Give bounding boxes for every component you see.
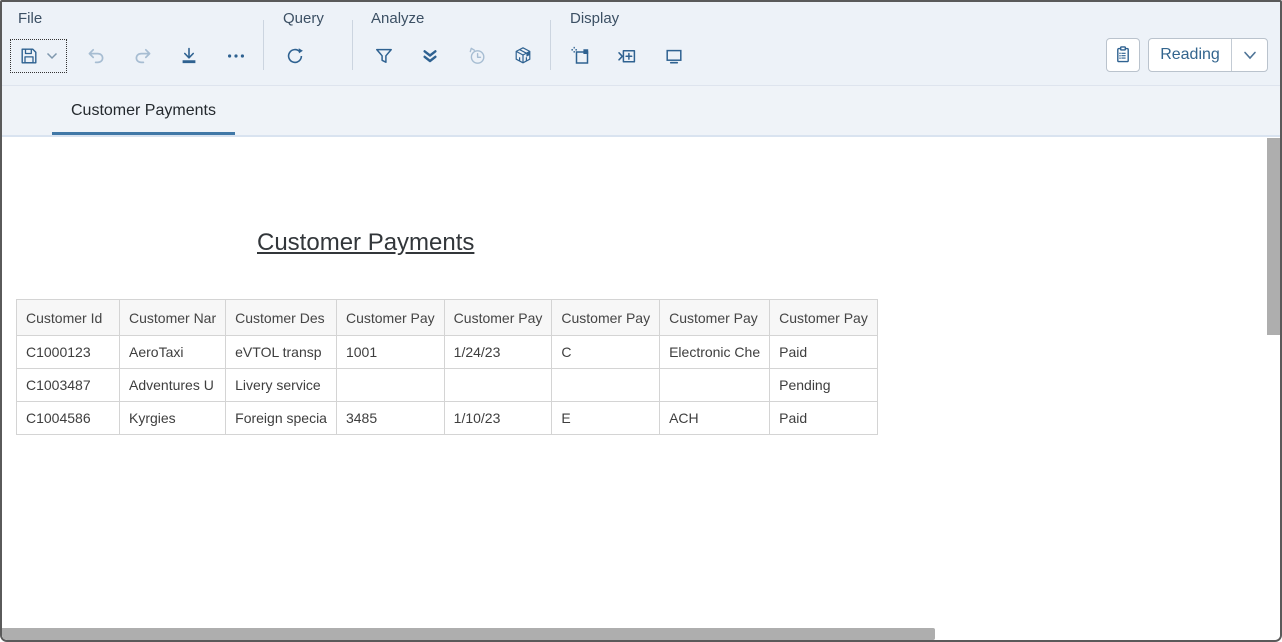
table-row: C1000123 AeroTaxi eVTOL transp 1001 1/24… (17, 336, 878, 369)
tab-bar: Customer Payments (2, 86, 1280, 137)
table-cell[interactable] (444, 369, 552, 402)
app-window: File Query Analyze Display (0, 0, 1282, 642)
table-cell[interactable]: C (552, 336, 660, 369)
horizontal-scrollbar-thumb[interactable] (2, 628, 935, 640)
table-row: C1003487 Adventures U Livery service Pen… (17, 369, 878, 402)
table-cell[interactable]: E (552, 402, 660, 435)
toolbar-separator (263, 20, 264, 70)
header-cell[interactable]: Customer Pay (552, 300, 660, 336)
download-button[interactable] (171, 38, 207, 74)
table-cell[interactable]: Pending (770, 369, 878, 402)
header-cell[interactable]: Customer Pay (336, 300, 444, 336)
page-title: Customer Payments (257, 228, 474, 258)
vertical-scrollbar-thumb[interactable] (1267, 138, 1280, 335)
toolbar-group-label-query: Query (283, 10, 324, 27)
history-button[interactable] (459, 38, 495, 74)
toolbar-group-label-display: Display (570, 10, 619, 27)
table-cell[interactable]: 1/10/23 (444, 402, 552, 435)
table-cell[interactable]: Livery service (226, 369, 337, 402)
double-chevron-down-icon (419, 45, 441, 67)
new-view-button[interactable] (563, 38, 599, 74)
toolbar-group-label-analyze: Analyze (371, 10, 424, 27)
table-cell[interactable]: Paid (770, 336, 878, 369)
table-cell[interactable]: eVTOL transp (226, 336, 337, 369)
table-row: C1004586 Kyrgies Foreign specia 3485 1/1… (17, 402, 878, 435)
toolbar: File Query Analyze Display (2, 2, 1280, 86)
save-button[interactable] (10, 39, 67, 73)
toolbar-separator (550, 20, 551, 70)
header-cell[interactable]: Customer Pay (444, 300, 552, 336)
table-cell[interactable]: 1/24/23 (444, 336, 552, 369)
display-mode-caret[interactable] (1231, 39, 1267, 71)
table-cell[interactable]: Paid (770, 402, 878, 435)
refresh-icon (284, 45, 306, 67)
filter-button[interactable] (366, 38, 402, 74)
clipboard-list-icon (1112, 44, 1134, 66)
cube-button[interactable] (505, 38, 541, 74)
drilldown-button[interactable] (412, 38, 448, 74)
chevron-down-icon (46, 52, 58, 60)
table-cell[interactable] (552, 369, 660, 402)
floppy-disk-icon (19, 46, 39, 66)
monitor-icon (663, 45, 685, 67)
tab-label: Customer Payments (71, 102, 216, 120)
insert-box-plus-icon (616, 45, 638, 67)
tab-customer-payments[interactable]: Customer Payments (52, 86, 235, 135)
header-cell[interactable]: Customer Des (226, 300, 337, 336)
header-cell[interactable]: Customer Id (17, 300, 120, 336)
display-mode-button[interactable]: Reading (1148, 38, 1268, 72)
new-window-sparkle-icon (570, 45, 592, 67)
clipboard-button[interactable] (1106, 38, 1140, 72)
toolbar-separator (352, 20, 353, 70)
horizontal-scrollbar (2, 627, 1280, 640)
table-cell[interactable]: Foreign specia (226, 402, 337, 435)
header-cell[interactable]: Customer Pay (660, 300, 770, 336)
table-cell[interactable]: C1004586 (17, 402, 120, 435)
overflow-dots-icon (225, 45, 247, 67)
table-cell[interactable]: C1000123 (17, 336, 120, 369)
insert-component-button[interactable] (609, 38, 645, 74)
screen-button[interactable] (656, 38, 692, 74)
vertical-scrollbar (1267, 137, 1280, 627)
table-header-row: Customer Id Customer Nar Customer Des Cu… (17, 300, 878, 336)
filter-funnel-icon (373, 45, 395, 67)
table-cell[interactable]: C1003487 (17, 369, 120, 402)
table-cell[interactable]: Kyrgies (120, 402, 226, 435)
payments-table: Customer Id Customer Nar Customer Des Cu… (16, 299, 878, 435)
more-actions-button[interactable] (218, 38, 254, 74)
history-clock-icon (466, 45, 488, 67)
table-cell[interactable]: 3485 (336, 402, 444, 435)
refresh-button[interactable] (277, 38, 313, 74)
table-cell[interactable]: AeroTaxi (120, 336, 226, 369)
display-mode-label: Reading (1149, 46, 1231, 64)
chevron-down-icon (1243, 51, 1257, 60)
table-cell[interactable]: Electronic Che (660, 336, 770, 369)
toolbar-group-label-file: File (18, 10, 42, 27)
table-cell[interactable] (336, 369, 444, 402)
table-cell[interactable]: Adventures U (120, 369, 226, 402)
download-icon (178, 45, 200, 67)
header-cell[interactable]: Customer Pay (770, 300, 878, 336)
undo-arrow-icon (85, 45, 107, 67)
table-cell[interactable]: 1001 (336, 336, 444, 369)
header-cell[interactable]: Customer Nar (120, 300, 226, 336)
table-cell[interactable]: ACH (660, 402, 770, 435)
cube-icon (512, 45, 534, 67)
table-cell[interactable] (660, 369, 770, 402)
redo-arrow-icon (132, 45, 154, 67)
undo-button[interactable] (78, 38, 114, 74)
redo-button[interactable] (125, 38, 161, 74)
